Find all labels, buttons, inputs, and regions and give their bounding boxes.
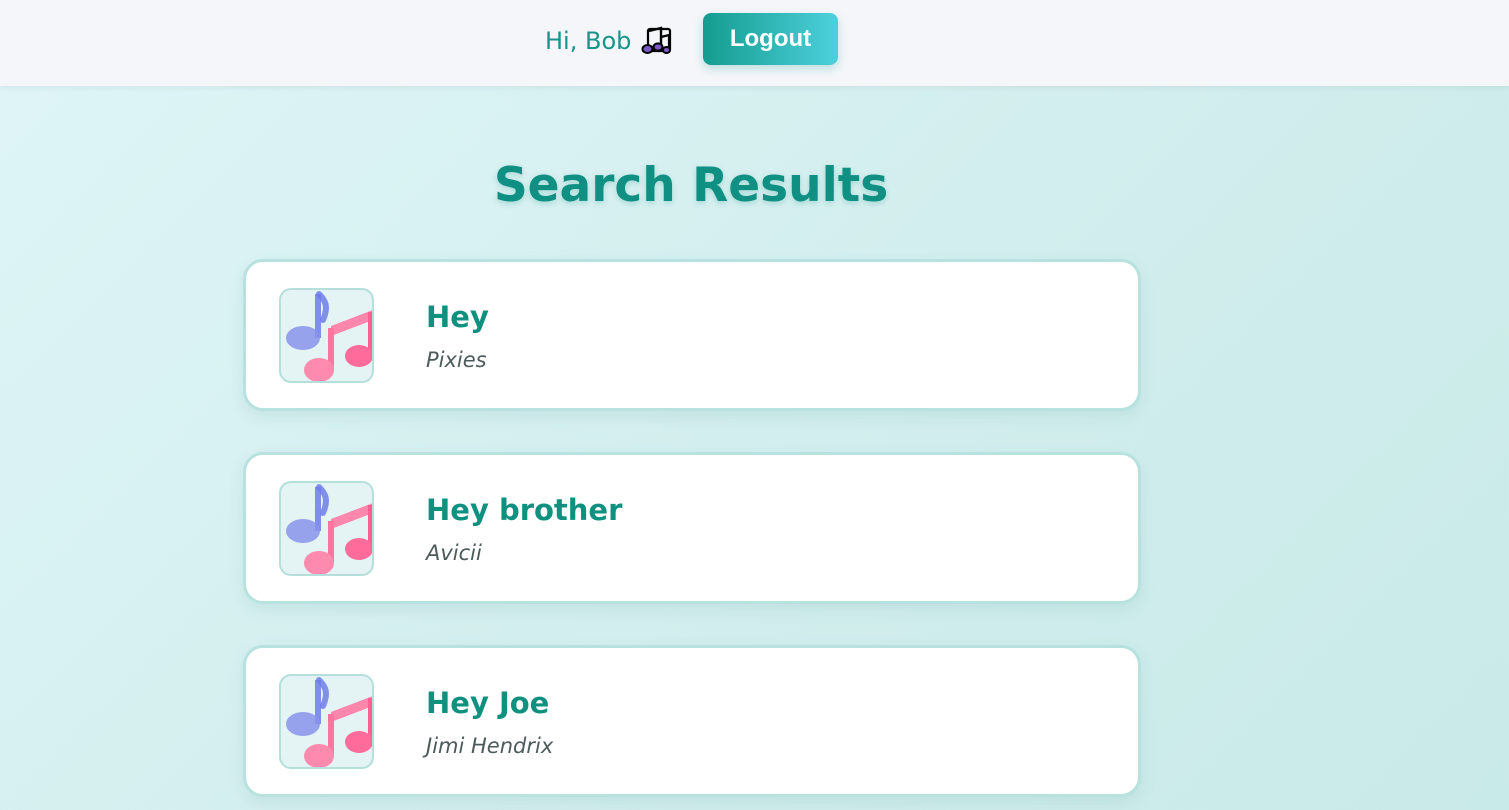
song-artist: Avicii <box>426 541 482 565</box>
song-artist: Pixies <box>426 348 487 372</box>
greeting-text: Hi, Bob <box>545 27 632 55</box>
song-result-card[interactable]: Hey brother Avicii <box>243 452 1141 604</box>
song-artist: Jimi Hendrix <box>426 734 554 758</box>
song-title: Hey <box>426 300 489 334</box>
song-result-card[interactable]: Hey Pixies <box>243 259 1141 411</box>
user-greeting: Hi, Bob <box>545 24 673 58</box>
song-title: Hey brother <box>426 493 623 527</box>
musical-notes-emoji-icon <box>641 25 673 57</box>
musical-notes-icon <box>279 674 374 769</box>
song-title: Hey Joe <box>426 686 550 720</box>
song-result-card[interactable]: Hey Joe Jimi Hendrix <box>243 645 1141 797</box>
search-results-list: Hey Pixies Hey brother Avicii Hey Joe Ji… <box>243 259 1141 810</box>
page-title: Search Results <box>493 158 889 213</box>
musical-notes-icon <box>279 481 374 576</box>
top-bar: Hi, Bob Logout <box>0 0 1509 86</box>
logout-button[interactable]: Logout <box>703 13 838 65</box>
musical-notes-icon <box>279 288 374 383</box>
